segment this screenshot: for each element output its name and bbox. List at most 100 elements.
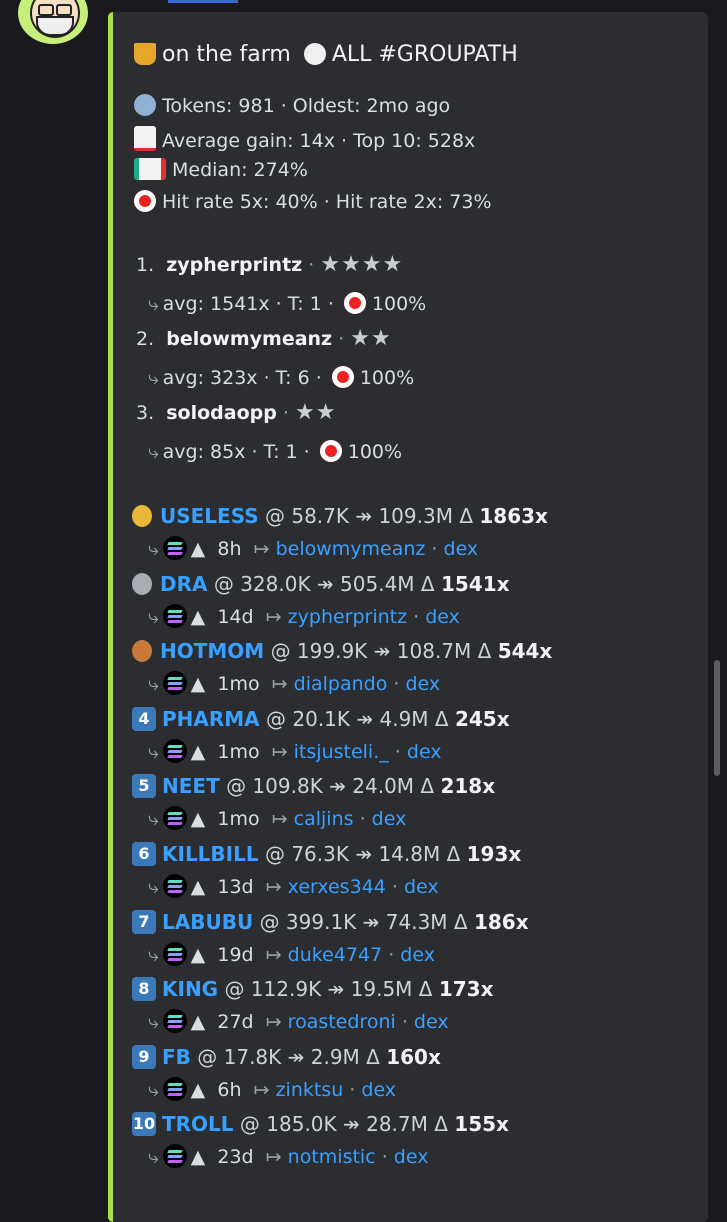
leader-row: 2. belowmymeanz · ★★ — [136, 326, 392, 351]
reply-hook-icon: ⤷ — [148, 876, 159, 898]
bot-embed: on the farm ALL #GROUPATH Tokens: 981 · … — [108, 12, 708, 1222]
leader-stars: ★★ — [294, 400, 337, 425]
token-detail: ⤷ ▲ 13d ↦ xerxes344 · dex — [148, 874, 439, 898]
caller-link[interactable]: belowmymeanz — [276, 538, 426, 560]
stat-tokens: Tokens: 981 · Oldest: 2mo ago — [134, 94, 450, 117]
leader-rank: 3. — [136, 402, 155, 424]
token-detail: ⤷ ▲ 19d ↦ duke4747 · dex — [148, 941, 435, 966]
token-multiplier: 1541x — [440, 571, 510, 596]
token-age: 1mo — [217, 673, 260, 696]
token-row: 6 KILLBILL @ 76.3K ↠ 14.8M Δ 193x — [132, 842, 521, 866]
token-multiplier: 245x — [454, 706, 510, 731]
token-name-link[interactable]: NEET — [162, 774, 220, 798]
token-name-link[interactable]: USELESS — [160, 504, 259, 528]
token-multiplier: 1863x — [479, 504, 548, 528]
dex-link[interactable]: dex — [372, 808, 407, 830]
bar-chart-icon — [134, 158, 166, 180]
token-name-link[interactable]: TROLL — [162, 1112, 234, 1136]
token-price: @ 109.8K ↠ 24.0M Δ — [226, 774, 435, 799]
caller-link[interactable]: xerxes344 — [288, 876, 386, 898]
reply-hook-icon: ⤷ — [148, 673, 159, 696]
token-name-link[interactable]: DRA — [160, 572, 207, 596]
token-multiplier: 193x — [466, 842, 522, 866]
token-price: @ 112.9K ↠ 19.5M Δ — [224, 977, 433, 1002]
medal-icon — [132, 572, 152, 595]
chart-up-icon — [134, 126, 156, 151]
token-name-link[interactable]: FB — [162, 1045, 191, 1069]
token-age: 8h — [217, 538, 242, 560]
token-name-link[interactable]: KILLBILL — [162, 842, 259, 866]
token-age: 1mo — [217, 740, 260, 763]
solana-icon — [162, 671, 187, 696]
target-icon — [343, 292, 366, 314]
leader-rank: 1. — [136, 254, 155, 276]
dex-link[interactable]: dex — [394, 1146, 429, 1168]
dex-link[interactable]: dex — [406, 673, 441, 695]
reply-hook-icon: ⤷ — [148, 1146, 159, 1169]
token-price: @ 399.1K ↠ 74.3M Δ — [259, 909, 468, 934]
token-name-link[interactable]: KING — [162, 977, 218, 1001]
reply-hook-icon: ⤷ — [148, 441, 159, 463]
caller-link[interactable]: itsjusteli._ — [294, 741, 389, 763]
user-avatar[interactable] — [18, 0, 88, 44]
dex-link[interactable]: dex — [400, 944, 435, 966]
title-suffix: ALL #GROUPATH — [331, 42, 518, 67]
triangle-icon: ▲ — [190, 605, 206, 628]
token-multiplier: 160x — [386, 1044, 441, 1069]
dex-link[interactable]: dex — [444, 538, 479, 560]
token-age: 1mo — [217, 808, 260, 831]
dex-link[interactable]: dex — [361, 1079, 396, 1101]
number-badge-icon: 6 — [132, 842, 156, 866]
stat-median: Median: 274% — [134, 158, 308, 181]
reply-hook-icon: ⤷ — [148, 1011, 159, 1034]
dex-link[interactable]: dex — [425, 606, 460, 628]
token-price: @ 58.7K ↠ 109.3M Δ — [264, 504, 474, 528]
number-badge-icon: 7 — [132, 909, 156, 934]
triangle-icon: ▲ — [190, 943, 206, 966]
token-detail: ⤷ ▲ 14d ↦ zypherprintz · dex — [148, 603, 460, 628]
token-price: @ 185.0K ↠ 28.7M Δ — [239, 1112, 448, 1137]
token-detail: ⤷ ▲ 1mo ↦ caljins · dex — [148, 806, 407, 831]
token-detail: ⤷ ▲ 27d ↦ roastedroni · dex — [148, 1009, 449, 1034]
medal-icon — [132, 640, 152, 663]
reply-hook-icon: ⤷ — [148, 367, 159, 389]
triangle-icon: ▲ — [190, 1146, 206, 1169]
previous-message-link[interactable] — [168, 0, 238, 3]
token-detail: ⤷ ▲ 1mo ↦ itsjusteli._ · dex — [148, 738, 442, 763]
number-badge-icon: 9 — [132, 1044, 156, 1069]
caller-link[interactable]: zinktsu — [276, 1079, 344, 1101]
solana-icon — [162, 941, 187, 966]
token-row: 7 LABUBU @ 399.1K ↠ 74.3M Δ 186x — [132, 909, 529, 934]
solana-icon — [162, 874, 187, 898]
solana-icon — [162, 1076, 187, 1101]
token-age: 14d — [217, 605, 254, 628]
token-row: HOTMOM @ 199.9K ↠ 108.7M Δ 544x — [132, 639, 552, 663]
caller-link[interactable]: roastedroni — [288, 1011, 396, 1033]
leader-stars: ★★★★ — [320, 252, 404, 277]
token-name-link[interactable]: HOTMOM — [160, 639, 264, 663]
token-row: 10 TROLL @ 185.0K ↠ 28.7M Δ 155x — [132, 1112, 509, 1137]
caller-link[interactable]: caljins — [294, 808, 354, 830]
token-row: 5 NEET @ 109.8K ↠ 24.0M Δ 218x — [132, 774, 495, 799]
number-badge-icon: 5 — [132, 774, 156, 799]
scrollbar-thumb[interactable] — [714, 660, 720, 776]
dex-link[interactable]: dex — [407, 741, 442, 763]
reply-hook-icon: ⤷ — [148, 808, 159, 831]
caller-link[interactable]: notmistic — [288, 1146, 376, 1168]
dex-link[interactable]: dex — [404, 876, 439, 898]
token-detail: ⤷ ▲ 8h ↦ belowmymeanz · dex — [148, 536, 479, 560]
token-row: DRA @ 328.0K ↠ 505.4M Δ 1541x — [132, 572, 510, 596]
token-age: 19d — [217, 943, 254, 966]
token-name-link[interactable]: LABUBU — [162, 910, 253, 934]
token-name-link[interactable]: PHARMA — [162, 707, 260, 731]
leader-stars: ★★ — [350, 326, 392, 351]
caller-link[interactable]: duke4747 — [288, 944, 382, 966]
dex-link[interactable]: dex — [414, 1011, 449, 1033]
token-multiplier: 186x — [473, 909, 529, 934]
caller-link[interactable]: dialpando — [294, 673, 388, 695]
solana-icon — [162, 1009, 187, 1034]
triangle-icon: ▲ — [190, 538, 206, 560]
reply-hook-icon: ⤷ — [148, 538, 159, 560]
caller-link[interactable]: zypherprintz — [288, 606, 407, 628]
target-icon — [134, 190, 156, 212]
